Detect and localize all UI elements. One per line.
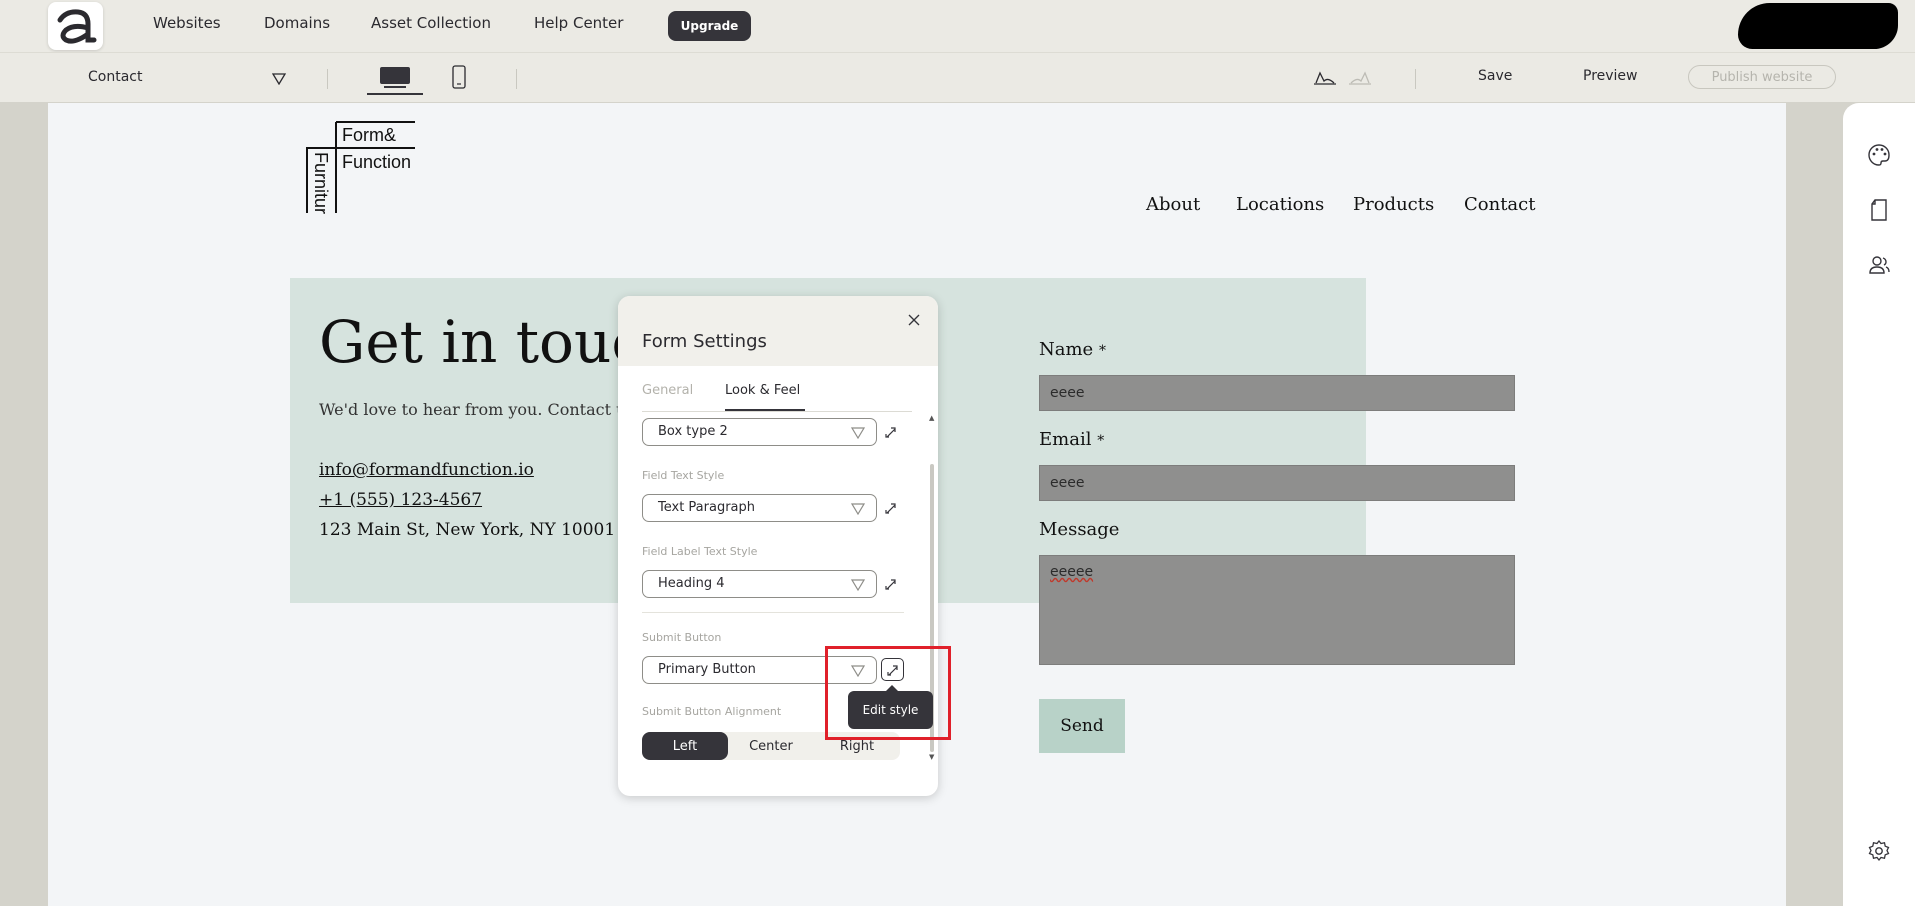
message-textarea[interactable]: eeeee: [1039, 555, 1515, 665]
close-icon: [908, 314, 920, 326]
site-nav-locations[interactable]: Locations: [1236, 194, 1324, 215]
app-logo-icon: [57, 9, 96, 44]
site-logo-line: Form&: [342, 125, 396, 145]
mobile-view-button[interactable]: [449, 63, 469, 91]
publish-website-button[interactable]: Publish website: [1688, 65, 1836, 89]
redo-icon[interactable]: [1347, 67, 1373, 89]
select-value: Primary Button: [658, 662, 756, 677]
toolbar-divider: [327, 69, 328, 89]
external-edit-icon: [885, 427, 896, 438]
name-field-label: Name *: [1039, 339, 1106, 360]
field-text-style-label: Field Text Style: [642, 469, 725, 482]
toolbar-divider: [1415, 69, 1416, 89]
chevron-down-icon: [851, 427, 865, 439]
upgrade-button[interactable]: Upgrade: [668, 11, 751, 41]
save-button[interactable]: Save: [1478, 68, 1512, 84]
required-mark: *: [1097, 433, 1105, 449]
edit-field-label-style-button[interactable]: [881, 574, 901, 594]
nav-websites[interactable]: Websites: [153, 14, 221, 32]
submit-button-label: Submit Button: [642, 631, 722, 644]
name-label-text: Name: [1039, 339, 1094, 360]
email-input[interactable]: eeee: [1039, 465, 1515, 501]
mobile-icon: [452, 65, 466, 89]
tab-divider: [642, 411, 912, 412]
section-divider: [642, 612, 904, 613]
tab-general[interactable]: General: [642, 383, 693, 398]
site-logo[interactable]: Form& Function Furniture: [306, 120, 416, 214]
field-label-style-select[interactable]: Heading 4: [642, 570, 877, 598]
field-text-style-select[interactable]: Text Paragraph: [642, 494, 877, 522]
undo-icon[interactable]: [1312, 67, 1338, 89]
highlight-annotation: [825, 646, 951, 740]
panel-title: Form Settings: [642, 331, 767, 352]
email-field-label: Email *: [1039, 429, 1104, 450]
alignment-label: Submit Button Alignment: [642, 705, 782, 718]
site-logo-line: Function: [342, 152, 411, 172]
required-mark: *: [1098, 343, 1106, 359]
edit-field-text-style-button[interactable]: [881, 498, 901, 518]
edit-box-type-button[interactable]: [881, 422, 901, 442]
preview-button[interactable]: Preview: [1583, 68, 1638, 84]
close-button[interactable]: [904, 310, 924, 330]
contact-address: 123 Main St, New York, NY 10001: [319, 520, 616, 540]
top-nav: Websites Domains Asset Collection Help C…: [0, 0, 1915, 52]
external-edit-icon: [885, 503, 896, 514]
field-label-style-label: Field Label Text Style: [642, 545, 758, 558]
settings-gear-icon[interactable]: [1867, 839, 1891, 863]
editor-toolbar: Contact Save Preview Publish website: [0, 52, 1915, 102]
contact-phone-link[interactable]: +1 (555) 123-4567: [319, 490, 482, 510]
site-nav-about[interactable]: About: [1146, 194, 1200, 215]
send-button[interactable]: Send: [1039, 699, 1125, 753]
message-field-label: Message: [1039, 519, 1120, 540]
palette-icon[interactable]: [1867, 143, 1891, 167]
nav-help-center[interactable]: Help Center: [534, 14, 623, 32]
hero-title: Get in touc: [319, 308, 644, 376]
message-value: eeeee: [1050, 564, 1094, 580]
scroll-up-arrow-icon[interactable]: ▲: [929, 414, 934, 422]
desktop-view-button[interactable]: [367, 61, 423, 95]
align-left-option[interactable]: Left: [642, 732, 728, 760]
align-center-option[interactable]: Center: [728, 732, 814, 760]
app-logo[interactable]: [48, 2, 103, 50]
site-nav-contact[interactable]: Contact: [1464, 194, 1535, 215]
toolbar-divider: [516, 69, 517, 89]
tab-look-and-feel[interactable]: Look & Feel: [725, 383, 800, 398]
site-logo-line: Furniture: [311, 152, 331, 214]
contact-email-link[interactable]: info@formandfunction.io: [319, 460, 534, 480]
desktop-icon: [380, 67, 410, 88]
box-type-select[interactable]: Box type 2: [642, 418, 877, 446]
select-value: Text Paragraph: [658, 500, 756, 515]
right-rail: [1843, 103, 1915, 906]
nav-asset-collection[interactable]: Asset Collection: [371, 14, 491, 32]
chevron-down-icon: [851, 503, 865, 515]
select-value: Box type 2: [658, 424, 728, 439]
chevron-down-icon: [851, 579, 865, 591]
users-icon[interactable]: [1867, 253, 1891, 277]
nav-domains[interactable]: Domains: [264, 14, 330, 32]
external-edit-icon: [885, 579, 896, 590]
scroll-down-arrow-icon[interactable]: ▼: [929, 753, 934, 761]
chevron-down-icon[interactable]: [272, 73, 286, 85]
name-input[interactable]: eeee: [1039, 375, 1515, 411]
select-value: Heading 4: [658, 576, 725, 591]
email-label-text: Email: [1039, 429, 1092, 450]
page-icon[interactable]: [1867, 198, 1891, 222]
account-avatar[interactable]: [1738, 3, 1898, 49]
hero-subtitle: We'd love to hear from you. Contact us t…: [319, 400, 666, 419]
site-nav-products[interactable]: Products: [1353, 194, 1434, 215]
page-selector[interactable]: Contact: [88, 69, 142, 85]
